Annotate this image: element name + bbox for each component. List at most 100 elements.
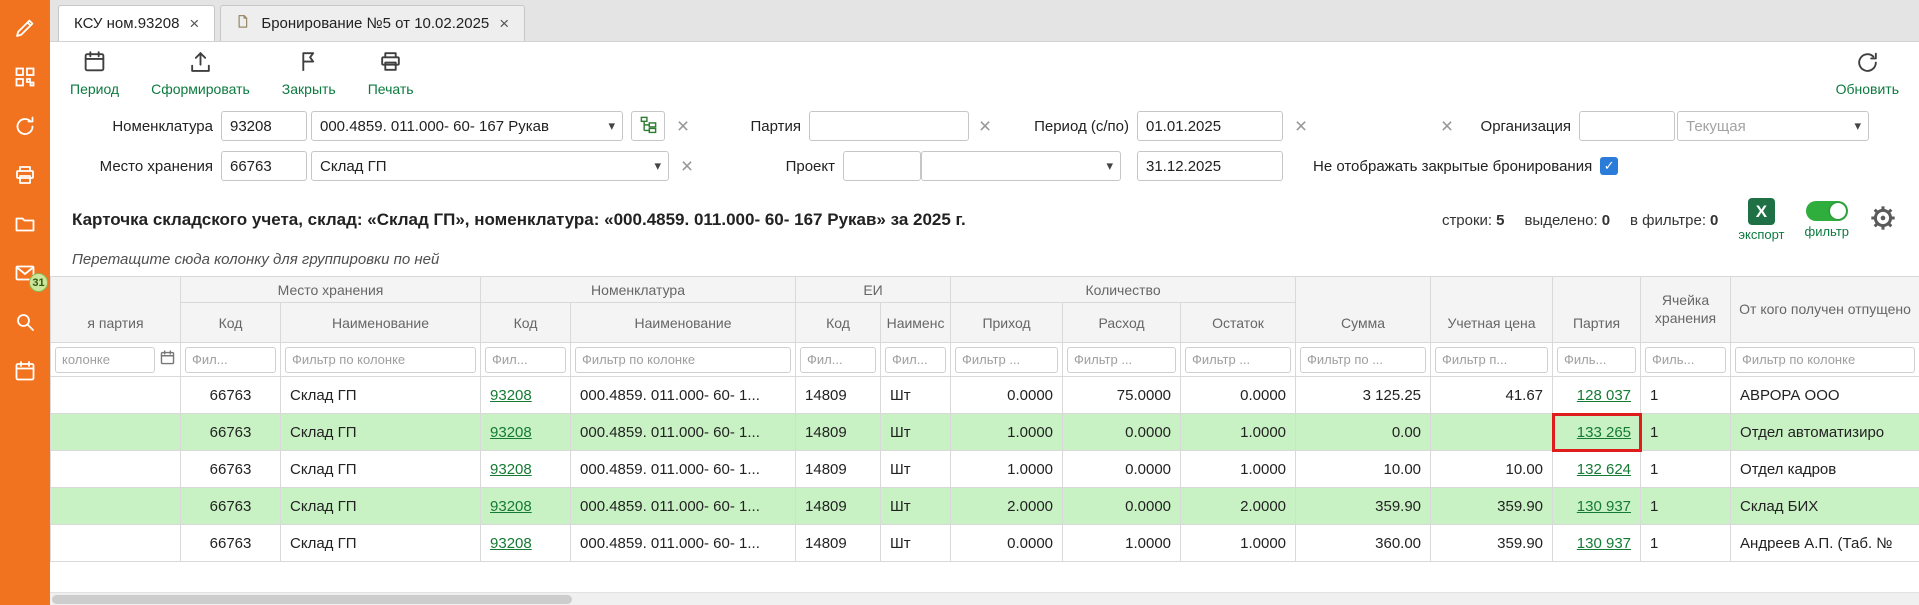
filter-input[interactable] — [955, 347, 1058, 373]
col-header-ostatok[interactable]: Остаток — [1181, 303, 1296, 343]
clear-nomenclature-icon[interactable] — [675, 116, 691, 137]
project-select[interactable] — [921, 151, 1121, 181]
project-code-input[interactable] — [843, 151, 921, 181]
filter-input[interactable] — [1185, 347, 1291, 373]
party-link[interactable]: 128 037 — [1577, 387, 1631, 404]
clear-storage-icon[interactable] — [679, 156, 695, 177]
col-header-storage-code[interactable]: Код — [181, 303, 281, 343]
col-header-nom-name[interactable]: Наименование — [571, 303, 796, 343]
selected-count: выделено:0 — [1524, 212, 1610, 229]
sidebar-item-search[interactable] — [11, 310, 39, 338]
party-link[interactable]: 130 937 — [1577, 498, 1631, 515]
party-link[interactable]: 132 624 — [1577, 461, 1631, 478]
filter-input[interactable] — [1645, 347, 1726, 373]
flag-icon — [296, 49, 321, 78]
filter-input[interactable] — [185, 347, 276, 373]
table-row[interactable]: 66763 Склад ГП 93208 000.4859. 011.000- … — [51, 451, 1919, 488]
refresh-label: Обновить — [1836, 81, 1899, 97]
party-link[interactable]: 133 265 — [1577, 424, 1631, 441]
party-link[interactable]: 130 937 — [1577, 535, 1631, 552]
col-header-party-partial[interactable]: я партия — [51, 277, 181, 343]
col-header-summa[interactable]: Сумма — [1296, 277, 1431, 343]
filter-input[interactable] — [285, 347, 476, 373]
period-button[interactable]: Период — [70, 49, 119, 97]
filter-input[interactable] — [1557, 347, 1636, 373]
table-row[interactable]: 66763 Склад ГП 93208 000.4859. 011.000- … — [51, 377, 1919, 414]
col-header-ei-code[interactable]: Код — [796, 303, 881, 343]
filter-input[interactable] — [1735, 347, 1915, 373]
clear-period-icon[interactable] — [1293, 116, 1309, 137]
col-header-nom-code[interactable]: Код — [481, 303, 571, 343]
sidebar-item-modules[interactable] — [11, 65, 39, 93]
app-window: 31 КСУ ном.93208 Бронирование №5 от 10.0… — [0, 0, 1919, 605]
party-input[interactable] — [809, 111, 969, 141]
period-to-input[interactable] — [1137, 151, 1283, 181]
group-header-nomenclature[interactable]: Номенклатура — [481, 277, 796, 303]
sidebar-item-sync[interactable] — [11, 114, 39, 142]
scrollbar-thumb[interactable] — [52, 595, 572, 604]
col-header-from[interactable]: От кого получен отпущено — [1731, 277, 1919, 343]
filter-input-party-date[interactable] — [55, 347, 155, 373]
nomenclature-code-input[interactable] — [221, 111, 307, 141]
storage-code-input[interactable] — [221, 151, 307, 181]
nomenclature-select[interactable]: 000.4859. 011.000- 60- 167 Рукав — [311, 111, 623, 141]
table-row[interactable]: 66763 Склад ГП 93208 000.4859. 011.000- … — [51, 525, 1919, 562]
settings-button[interactable] — [1869, 204, 1897, 236]
filter-input[interactable] — [800, 347, 876, 373]
nomenclature-tree-button[interactable] — [631, 111, 665, 141]
sidebar-item-mail[interactable]: 31 — [11, 261, 39, 289]
organization-select[interactable]: Текущая — [1677, 111, 1869, 141]
col-header-cell[interactable]: Ячейка хранения — [1641, 277, 1731, 343]
nomenclature-link[interactable]: 93208 — [490, 461, 532, 478]
tab-booking[interactable]: Бронирование №5 от 10.02.2025 — [220, 5, 525, 41]
col-header-rashod[interactable]: Расход — [1063, 303, 1181, 343]
sidebar-item-files[interactable] — [11, 212, 39, 240]
generate-button[interactable]: Сформировать — [151, 49, 250, 97]
chevron-down-icon — [1854, 119, 1861, 132]
filter-input[interactable] — [885, 347, 946, 373]
period-range-label: Период (с/по) — [1017, 118, 1129, 135]
calendar-icon[interactable] — [159, 349, 176, 370]
export-button[interactable]: экспорт — [1738, 198, 1784, 242]
nomenclature-link[interactable]: 93208 — [490, 424, 532, 441]
filter-input[interactable] — [485, 347, 566, 373]
group-header-ei[interactable]: ЕИ — [796, 277, 951, 303]
storage-select[interactable]: Склад ГП — [311, 151, 669, 181]
title-bar: Карточка складского учета, склад: «Склад… — [50, 192, 1919, 248]
table-row[interactable]: 66763 Склад ГП 93208 000.4859. 011.000- … — [51, 414, 1919, 451]
hide-closed-checkbox[interactable] — [1600, 157, 1618, 175]
nomenclature-link[interactable]: 93208 — [490, 387, 532, 404]
filter-input[interactable] — [1067, 347, 1176, 373]
horizontal-scrollbar[interactable] — [50, 592, 1919, 605]
clear-party-icon[interactable] — [977, 116, 993, 137]
col-header-storage-name[interactable]: Наименование — [281, 303, 481, 343]
sidebar-item-print[interactable] — [11, 163, 39, 191]
col-header-price[interactable]: Учетная цена — [1431, 277, 1553, 343]
filter-toggle[interactable]: фильтр — [1805, 201, 1849, 239]
group-header-quantity[interactable]: Количество — [951, 277, 1296, 303]
close-card-button[interactable]: Закрыть — [282, 49, 336, 97]
nomenclature-link[interactable]: 93208 — [490, 498, 532, 515]
col-header-party[interactable]: Партия — [1553, 277, 1641, 343]
refresh-button[interactable]: Обновить — [1836, 49, 1899, 97]
filter-input[interactable] — [1300, 347, 1426, 373]
chevron-down-icon — [1106, 159, 1113, 172]
sidebar-item-edit[interactable] — [11, 16, 39, 44]
generate-label: Сформировать — [151, 81, 250, 97]
print-button[interactable]: Печать — [368, 49, 414, 97]
tab-ksu[interactable]: КСУ ном.93208 — [58, 5, 215, 41]
highlighted-party-cell[interactable]: 133 265 — [1553, 414, 1641, 451]
filter-input[interactable] — [1435, 347, 1548, 373]
close-icon[interactable] — [499, 15, 509, 32]
close-icon[interactable] — [189, 15, 199, 32]
group-header-storage[interactable]: Место хранения — [181, 277, 481, 303]
period-from-input[interactable] — [1137, 111, 1283, 141]
organization-code-input[interactable] — [1579, 111, 1675, 141]
clear-extra-icon[interactable] — [1439, 116, 1455, 137]
sidebar-item-calendar[interactable] — [11, 359, 39, 387]
nomenclature-link[interactable]: 93208 — [490, 535, 532, 552]
table-row[interactable]: 66763 Склад ГП 93208 000.4859. 011.000- … — [51, 488, 1919, 525]
col-header-prihod[interactable]: Приход — [951, 303, 1063, 343]
filter-input[interactable] — [575, 347, 791, 373]
col-header-ei-name[interactable]: Наименс — [881, 303, 951, 343]
